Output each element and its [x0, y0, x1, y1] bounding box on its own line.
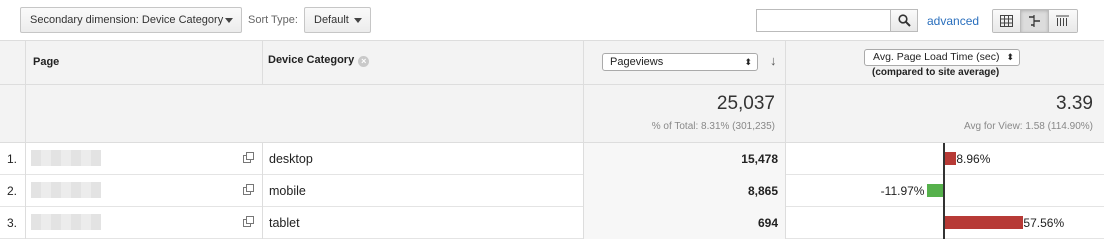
- device-category-cell: desktop: [269, 152, 313, 166]
- comparison-axis: [943, 143, 945, 239]
- total-pageviews-percent: % of Total: 8.31% (301,235): [651, 121, 775, 132]
- device-category-cell: tablet: [269, 216, 300, 230]
- comparison-percent-label: 57.56%: [1023, 216, 1065, 230]
- comparison-subtitle: (compared to site average): [872, 67, 1000, 78]
- metric-select-value: Pageviews: [610, 56, 664, 68]
- chevron-down-icon: [354, 18, 362, 23]
- data-table-icon: [1000, 15, 1013, 27]
- table-toolbar: Secondary dimension: Device Category Sor…: [0, 0, 1104, 40]
- negative-comparison-bar: [927, 184, 944, 197]
- avg-load-time-view: Avg for View: 1.58 (114.90%): [964, 121, 1093, 132]
- comparison-view-button[interactable]: [1021, 10, 1049, 32]
- external-link-icon[interactable]: [243, 216, 254, 227]
- comparison-metric-select[interactable]: Avg. Page Load Time (sec) ⬍: [864, 49, 1020, 66]
- comparison-percent-label: 8.96%: [956, 152, 991, 166]
- row-index: 1.: [7, 152, 18, 166]
- table-row[interactable]: 2. mobile 8,865 -11.97%: [0, 175, 1104, 207]
- total-pageviews: 25,037: [716, 93, 775, 114]
- search-input[interactable]: [756, 9, 891, 32]
- search-button[interactable]: [890, 9, 918, 32]
- table-header: Page Device Category × Pageviews ⬍ ↓ Avg.…: [0, 40, 1104, 86]
- comparison-metric-value: Avg. Page Load Time (sec): [873, 51, 1000, 63]
- column-header-device-category[interactable]: Device Category ×: [268, 54, 370, 67]
- chevron-down-icon: [225, 18, 233, 23]
- device-category-label: Device Category: [268, 54, 355, 66]
- table-row[interactable]: 3. tablet 694 57.56%: [0, 207, 1104, 239]
- column-header-page[interactable]: Page: [33, 56, 59, 68]
- secondary-dimension-label: Secondary dimension: Device Category: [30, 14, 224, 26]
- sort-type-label: Sort Type:: [248, 14, 298, 26]
- term-cloud-icon: [1056, 15, 1069, 26]
- redacted-page-path[interactable]: [31, 150, 101, 166]
- summary-row: 25,037 % of Total: 8.31% (301,235) 3.39 …: [0, 85, 1104, 143]
- advanced-search-link[interactable]: advanced: [927, 14, 979, 28]
- search-icon: [898, 14, 911, 27]
- up-down-arrows-icon: ⬍: [744, 57, 752, 67]
- pageviews-cell: 8,865: [747, 184, 778, 198]
- metric-select[interactable]: Pageviews ⬍: [602, 53, 758, 71]
- comparison-percent-label: -11.97%: [880, 184, 925, 198]
- pageviews-cell-bg: [583, 207, 785, 239]
- data-table-view-button[interactable]: [993, 10, 1021, 32]
- sort-type-value: Default: [314, 14, 349, 26]
- sort-descending-icon[interactable]: ↓: [770, 53, 777, 68]
- view-switcher: [992, 9, 1078, 33]
- table-row[interactable]: 1. desktop 15,478 8.96%: [0, 143, 1104, 175]
- device-category-cell: mobile: [269, 184, 306, 198]
- external-link-icon[interactable]: [243, 184, 254, 195]
- external-link-icon[interactable]: [243, 152, 254, 163]
- secondary-dimension-dropdown[interactable]: Secondary dimension: Device Category: [20, 7, 242, 33]
- redacted-page-path[interactable]: [31, 182, 101, 198]
- sort-type-dropdown[interactable]: Default: [304, 7, 371, 33]
- pageviews-cell: 15,478: [741, 152, 778, 166]
- up-down-arrows-icon: ⬍: [1006, 52, 1014, 62]
- term-cloud-view-button[interactable]: [1049, 10, 1077, 32]
- remove-dimension-icon[interactable]: ×: [358, 56, 370, 67]
- row-index: 3.: [7, 216, 18, 230]
- redacted-page-path[interactable]: [31, 214, 101, 230]
- pageviews-cell: 694: [757, 216, 778, 230]
- row-index: 2.: [7, 184, 18, 198]
- positive-comparison-bar: [944, 216, 1024, 229]
- comparison-icon: [1029, 15, 1040, 27]
- avg-load-time: 3.39: [1056, 93, 1093, 114]
- positive-comparison-bar: [944, 152, 957, 165]
